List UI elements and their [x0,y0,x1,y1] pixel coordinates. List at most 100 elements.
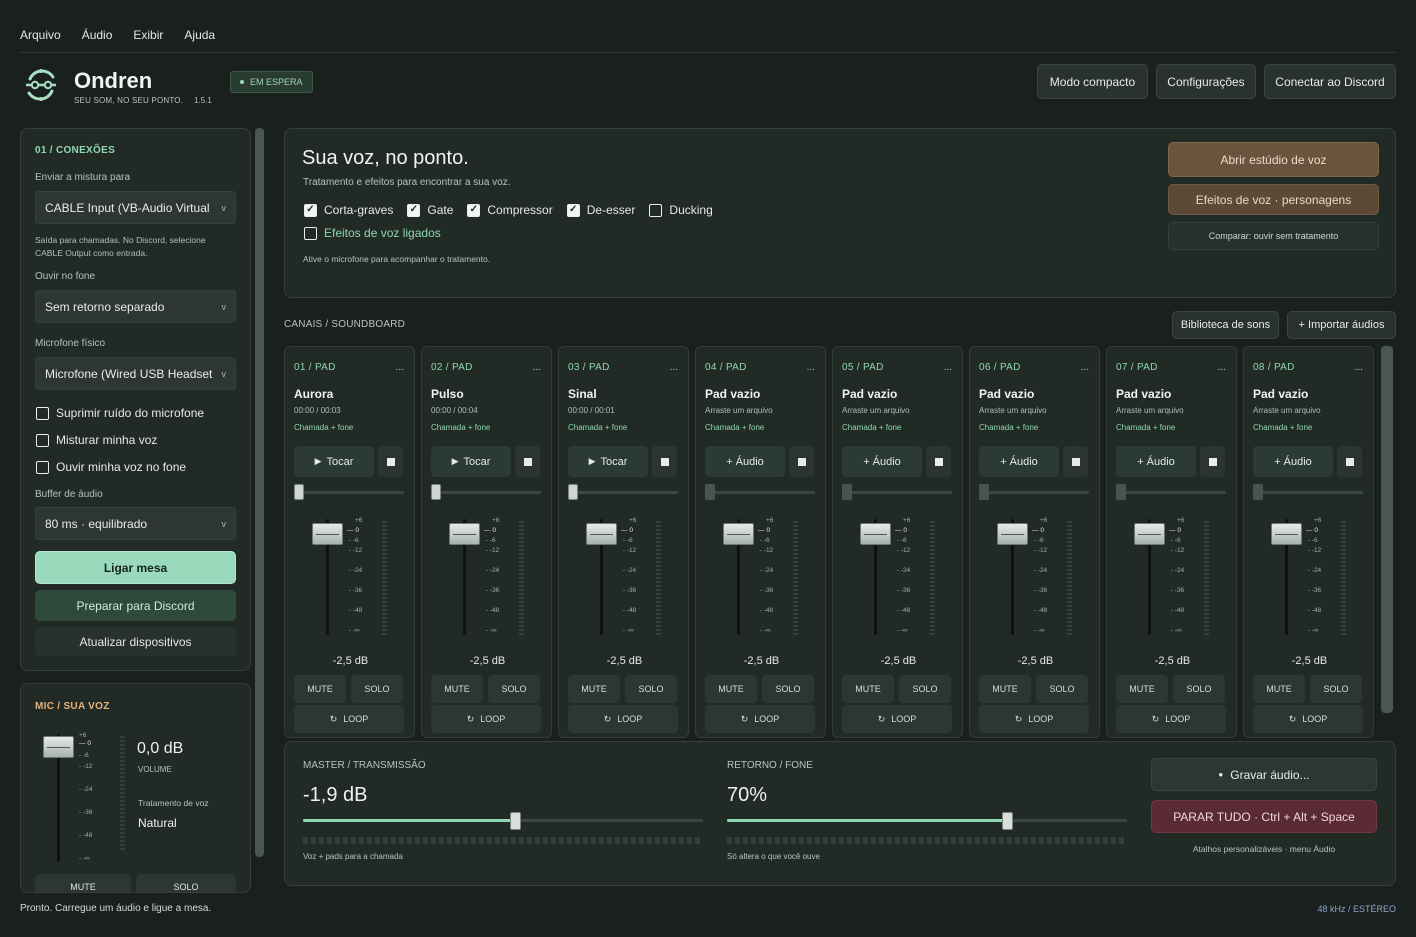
effect-checkbox-1[interactable]: ✓ Gate [407,203,453,217]
pad-fader-knob[interactable] [1134,523,1165,545]
pad-play-button[interactable]: ▶ Tocar [568,446,648,477]
pad-route[interactable]: Chamada + fone [705,423,764,432]
pad-progress-track[interactable] [1116,491,1226,494]
compact-mode-button[interactable]: Modo compacto [1037,64,1148,99]
pad-solo-button[interactable]: SOLO [899,675,951,703]
open-voice-studio-button[interactable]: Abrir estúdio de voz [1168,142,1379,177]
pad-8[interactable]: 08 / PAD... Pad vazio Arraste um arquivo Ch… [1243,346,1374,738]
menu-arquivo[interactable]: Arquivo [20,28,61,42]
buffer-select[interactable]: 80 ms · equilibrado v [35,507,236,540]
mic-solo-button[interactable]: SOLO [136,874,236,892]
pad-2[interactable]: 02 / PAD... Pulso 00:00 / 00:04 Chamada + f… [421,346,552,738]
pad-progress-knob[interactable] [842,484,852,500]
hear-voice-checkbox[interactable]: Ouvir minha voz no fone [36,460,186,474]
pad-add-audio-button[interactable]: + Áudio [1116,446,1196,477]
pad-progress-knob[interactable] [1116,484,1126,500]
voice-fx-toggle[interactable]: Efeitos de voz ligados [304,226,441,240]
connect-discord-button[interactable]: Conectar ao Discord [1264,64,1396,99]
checkbox-box[interactable] [36,406,49,420]
pad-loop-button[interactable]: ↻ LOOP [1116,705,1226,733]
pad-fader-knob[interactable] [449,523,480,545]
checkbox-box[interactable] [304,226,317,240]
checkbox-box[interactable] [36,433,49,447]
pad-fader-knob[interactable] [860,523,891,545]
left-scrollbar[interactable] [255,128,264,857]
refresh-devices-button[interactable]: Atualizar dispositivos [35,627,236,656]
pad-loop-button[interactable]: ↻ LOOP [705,705,815,733]
voice-characters-button[interactable]: Efeitos de voz · personagens [1168,184,1379,215]
pad-mute-button[interactable]: MUTE [842,675,894,703]
pad-mute-button[interactable]: MUTE [294,675,346,703]
pad-solo-button[interactable]: SOLO [762,675,814,703]
effect-checkbox-0[interactable]: ✓ Corta-graves [304,203,393,217]
pad-progress-track[interactable] [705,491,815,494]
monitor-slider[interactable] [727,819,1127,822]
pad-stop-button[interactable] [1063,446,1088,477]
pad-solo-button[interactable]: SOLO [488,675,540,703]
pad-solo-button[interactable]: SOLO [625,675,677,703]
mic-device-select[interactable]: Microfone (Wired USB Headset v [35,357,236,390]
pad-mute-button[interactable]: MUTE [705,675,757,703]
checkbox-box[interactable]: ✓ [467,203,481,217]
pad-progress-knob[interactable] [1253,484,1263,500]
pad-add-audio-button[interactable]: + Áudio [1253,446,1333,477]
pad-7[interactable]: 07 / PAD... Pad vazio Arraste um arquivo Ch… [1106,346,1237,738]
pad-stop-button[interactable] [378,446,403,477]
pad-menu-button[interactable]: ... [533,362,541,373]
pad-menu-button[interactable]: ... [1081,362,1089,373]
pad-progress-knob[interactable] [705,484,715,500]
pad-stop-button[interactable] [515,446,540,477]
pad-stop-button[interactable] [1337,446,1362,477]
effect-checkbox-3[interactable]: ✓ De-esser [566,203,635,217]
pad-menu-button[interactable]: ... [396,362,404,373]
pad-progress-track[interactable] [1253,491,1363,494]
pad-add-audio-button[interactable]: + Áudio [842,446,922,477]
monitor-device-select[interactable]: Sem retorno separado v [35,290,236,323]
pad-1[interactable]: 01 / PAD... Aurora 00:00 / 00:03 Chamada + … [284,346,415,738]
pad-stop-button[interactable] [789,446,814,477]
effect-checkbox-2[interactable]: ✓ Compressor [467,203,553,217]
pad-loop-button[interactable]: ↻ LOOP [1253,705,1363,733]
pad-fader-knob[interactable] [997,523,1028,545]
pad-route[interactable]: Chamada + fone [568,423,627,432]
pad-progress-knob[interactable] [979,484,989,500]
mic-mute-button[interactable]: MUTE [35,874,131,892]
pad-play-button[interactable]: ▶ Tocar [431,446,511,477]
pad-solo-button[interactable]: SOLO [1036,675,1088,703]
menu-audio[interactable]: Áudio [82,28,113,42]
pad-solo-button[interactable]: SOLO [351,675,403,703]
pad-loop-button[interactable]: ↻ LOOP [294,705,404,733]
pad-fader-knob[interactable] [1271,523,1302,545]
mic-fader-knob[interactable] [43,736,74,758]
pad-play-button[interactable]: ▶ Tocar [294,446,374,477]
noise-suppression-checkbox[interactable]: Suprimir ruído do microfone [36,406,204,420]
pad-fader-knob[interactable] [723,523,754,545]
effect-checkbox-4[interactable]: Ducking [649,203,713,217]
pad-mute-button[interactable]: MUTE [1116,675,1168,703]
sound-library-button[interactable]: Biblioteca de sons [1172,311,1279,339]
checkbox-box[interactable]: ✓ [407,203,421,217]
compare-raw-button[interactable]: Comparar: ouvir sem tratamento [1168,222,1379,250]
start-mixer-button[interactable]: Ligar mesa [35,551,236,584]
record-audio-button[interactable]: ● Gravar áudio... [1151,758,1377,791]
import-audio-button[interactable]: + Importar áudios [1287,311,1396,339]
menu-exibir[interactable]: Exibir [133,28,163,42]
menu-ajuda[interactable]: Ajuda [184,28,215,42]
pad-progress-track[interactable] [431,491,541,494]
checkbox-box[interactable] [36,460,49,474]
checkbox-box[interactable]: ✓ [566,203,580,217]
pad-route[interactable]: Chamada + fone [1253,423,1312,432]
pad-mute-button[interactable]: MUTE [568,675,620,703]
output-device-select[interactable]: CABLE Input (VB-Audio Virtual ( v [35,191,236,224]
pad-menu-button[interactable]: ... [670,362,678,373]
prepare-discord-button[interactable]: Preparar para Discord [35,590,236,621]
pad-solo-button[interactable]: SOLO [1173,675,1225,703]
pad-progress-knob[interactable] [431,484,441,500]
pad-loop-button[interactable]: ↻ LOOP [979,705,1089,733]
master-slider[interactable] [303,819,703,822]
pad-loop-button[interactable]: ↻ LOOP [842,705,952,733]
master-slider-knob[interactable] [510,812,521,830]
pad-route[interactable]: Chamada + fone [842,423,901,432]
pad-stop-button[interactable] [926,446,951,477]
pad-add-audio-button[interactable]: + Áudio [705,446,785,477]
